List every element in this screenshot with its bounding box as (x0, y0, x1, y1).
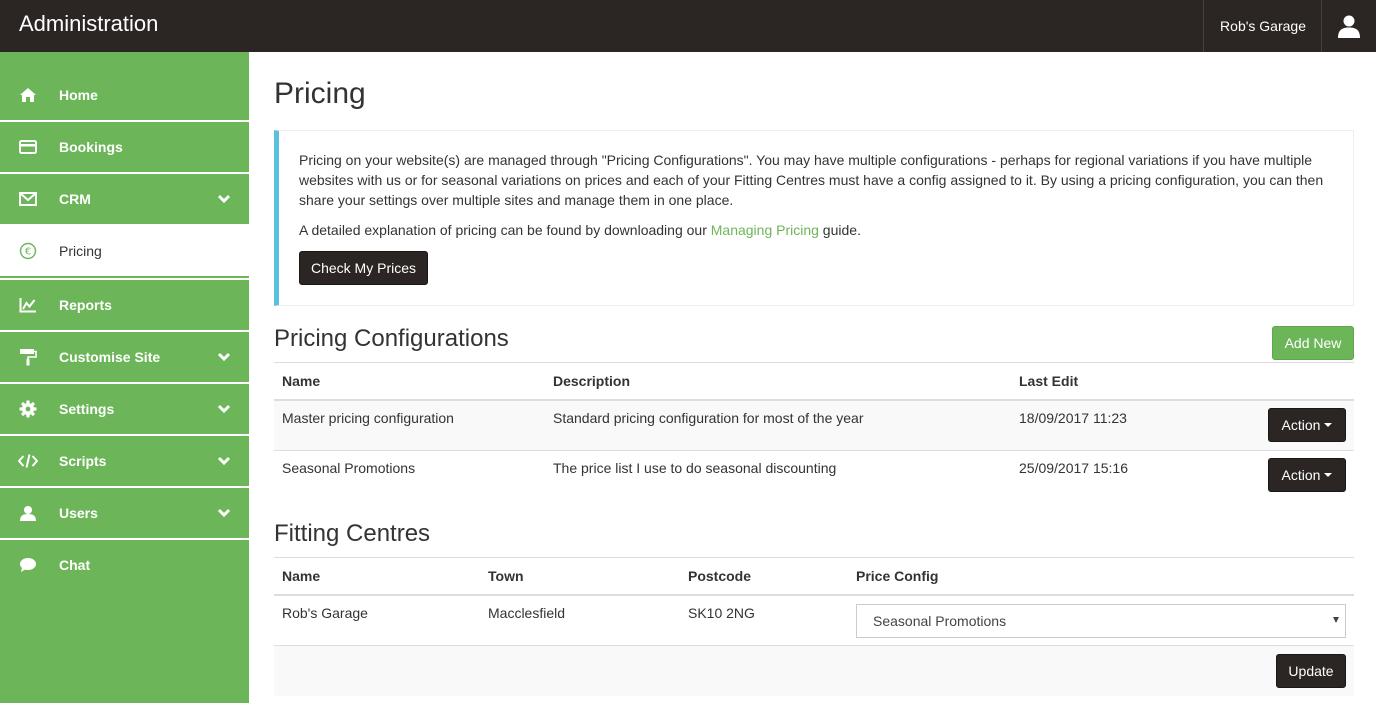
pricing-configurations-heading: Pricing Configurations (274, 325, 509, 352)
info-text: guide. (818, 222, 861, 238)
sidebar-item-bookings[interactable]: Bookings (0, 122, 249, 172)
sidebar-item-label: Chat (59, 557, 91, 573)
column-header-name: Name (282, 373, 321, 389)
user-menu-button[interactable] (1322, 0, 1376, 52)
config-name: Seasonal Promotions (282, 460, 416, 476)
info-paragraph-guide: A detailed explanation of pricing can be… (299, 220, 1339, 240)
column-header-last-edit: Last Edit (1019, 373, 1079, 389)
sidebar-nav: Home Bookings CRM € Pricing Reports Cust… (0, 52, 249, 703)
sidebar-item-crm[interactable]: CRM (0, 174, 249, 224)
sidebar-item-label: Bookings (59, 139, 123, 155)
column-header-price-config: Price Config (856, 568, 939, 584)
sidebar-item-label: Reports (59, 297, 112, 313)
table-row: Master pricing configuration Standard pr… (274, 399, 1354, 450)
column-header-name: Name (282, 568, 321, 584)
chevron-down-icon (217, 352, 231, 362)
fitting-centres-heading: Fitting Centres (274, 520, 431, 547)
config-last-edit: 25/09/2017 15:16 (1019, 460, 1128, 476)
table-header-row: Name Town Postcode Price Config (274, 557, 1354, 594)
check-my-prices-button[interactable]: Check My Prices (299, 251, 428, 285)
home-icon (18, 86, 38, 104)
caret-down-icon (1324, 473, 1333, 477)
paint-roller-icon (18, 348, 38, 366)
credit-card-icon (18, 138, 38, 156)
user-icon (1338, 15, 1360, 38)
code-icon (18, 452, 38, 470)
config-last-edit: 18/09/2017 11:23 (1019, 410, 1127, 426)
info-callout: Pricing on your website(s) are managed t… (274, 130, 1354, 306)
action-button-label: Action (1281, 467, 1321, 483)
sidebar-item-customise-site[interactable]: Customise Site (0, 332, 249, 382)
gear-icon (18, 400, 38, 418)
dropdown-arrow-icon (1333, 617, 1339, 623)
table-row: Rob's Garage Macclesfield SK10 2NG Seaso… (274, 594, 1354, 645)
line-chart-icon (18, 296, 38, 314)
update-button[interactable]: Update (1276, 654, 1346, 688)
table-footer-row: Update (274, 645, 1354, 696)
sidebar-item-label: Scripts (59, 453, 107, 469)
chat-icon (18, 556, 38, 574)
info-text: A detailed explanation of pricing can be… (299, 222, 711, 238)
site-selector[interactable]: Rob's Garage (1203, 0, 1322, 52)
euro-icon: € (18, 242, 38, 260)
chevron-down-icon (217, 508, 231, 518)
fitting-centre-name-link[interactable]: Rob's Garage (282, 604, 368, 622)
sidebar-item-label: CRM (59, 191, 91, 207)
fitting-centres-table: Name Town Postcode Price Config Rob's Ga… (274, 557, 1354, 696)
config-description: The price list I use to do seasonal disc… (553, 460, 837, 476)
sidebar-item-label: Users (59, 505, 98, 521)
app-title: Administration (19, 11, 159, 36)
price-config-selected: Seasonal Promotions (873, 613, 1007, 629)
table-row: Seasonal Promotions The price list I use… (274, 450, 1354, 501)
sidebar-item-home[interactable]: Home (0, 70, 249, 120)
sidebar-item-scripts[interactable]: Scripts (0, 436, 249, 486)
action-dropdown-button[interactable]: Action (1268, 458, 1346, 492)
envelope-icon (18, 190, 38, 208)
sidebar-item-reports[interactable]: Reports (0, 280, 249, 330)
sidebar-item-chat[interactable]: Chat (0, 540, 249, 590)
users-icon (18, 504, 38, 522)
table-header-row: Name Description Last Edit (274, 362, 1354, 399)
column-header-town: Town (488, 568, 524, 584)
action-button-label: Action (1281, 417, 1321, 433)
config-name: Master pricing configuration (282, 410, 454, 426)
sidebar-item-users[interactable]: Users (0, 488, 249, 538)
fitting-centre-postcode: SK10 2NG (688, 605, 755, 621)
config-description: Standard pricing configuration for most … (553, 410, 864, 426)
pricing-configurations-table: Name Description Last Edit Master pricin… (274, 362, 1354, 501)
sidebar-item-pricing[interactable]: € Pricing (0, 226, 249, 276)
chevron-down-icon (217, 404, 231, 414)
managing-pricing-link[interactable]: Managing Pricing (711, 222, 819, 238)
svg-text:€: € (25, 247, 31, 258)
page-title: Pricing (274, 77, 366, 110)
sidebar-item-label: Pricing (59, 243, 102, 259)
info-paragraph: Pricing on your website(s) are managed t… (299, 152, 1324, 208)
chevron-down-icon (217, 456, 231, 466)
sidebar-item-settings[interactable]: Settings (0, 384, 249, 434)
fitting-centre-town: Macclesfield (488, 605, 566, 621)
caret-down-icon (1324, 423, 1333, 427)
action-dropdown-button[interactable]: Action (1268, 408, 1346, 442)
sidebar-item-label: Home (59, 87, 98, 103)
column-header-postcode: Postcode (688, 568, 752, 584)
sidebar-item-label: Settings (59, 401, 115, 417)
price-config-select[interactable]: Seasonal Promotions (856, 604, 1346, 638)
add-new-button[interactable]: Add New (1272, 326, 1354, 360)
top-bar: Administration Rob's Garage (0, 0, 1376, 52)
column-header-description: Description (553, 373, 631, 389)
chevron-down-icon (217, 194, 231, 204)
sidebar-item-label: Customise Site (59, 349, 161, 365)
